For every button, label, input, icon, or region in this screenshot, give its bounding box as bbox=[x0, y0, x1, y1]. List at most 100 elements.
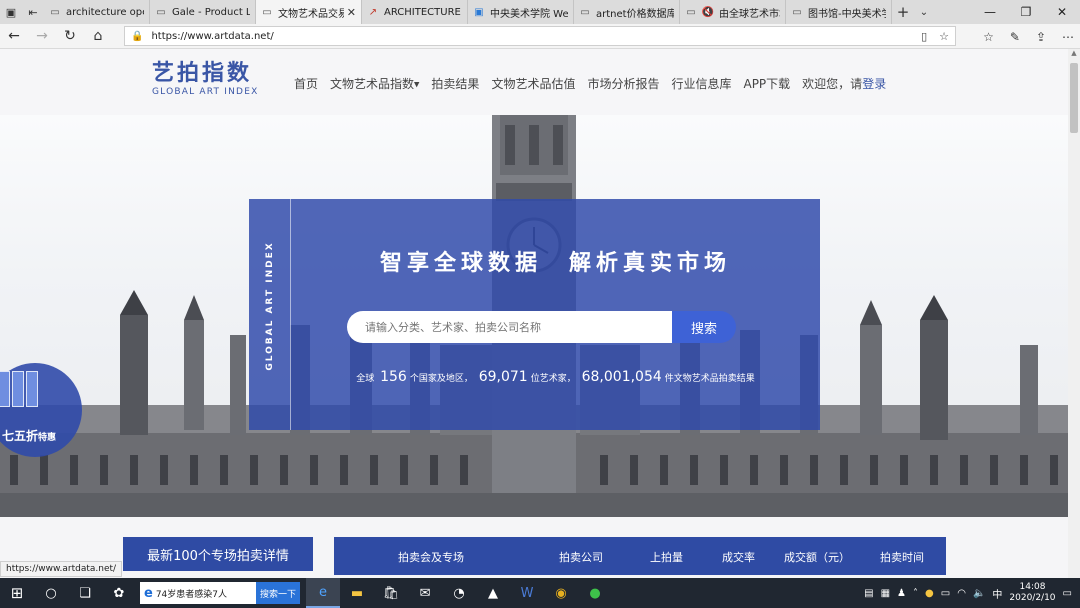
system-clock[interactable]: 14:08 2020/2/10 bbox=[1009, 582, 1055, 604]
browser-tab[interactable]: ▭ 🔇 由全球艺术市场 bbox=[680, 0, 786, 24]
notification-icon[interactable]: ▭ bbox=[1063, 588, 1072, 599]
more-icon[interactable]: ⋯ bbox=[1062, 30, 1074, 44]
word-icon[interactable]: W bbox=[510, 578, 544, 608]
panel-side-strip: GLOBAL ART INDEX bbox=[249, 199, 291, 430]
tab-title: Gale - Product Logi bbox=[172, 6, 250, 18]
browser-tab[interactable]: ▭ artnet价格数据库— bbox=[574, 0, 680, 24]
caret-down-icon: ▼ bbox=[414, 80, 420, 89]
browser-app-icon[interactable]: ◔ bbox=[442, 578, 476, 608]
table-header-cell: 拍卖会及专场 bbox=[398, 551, 464, 564]
cortana-icon[interactable]: ○ bbox=[34, 578, 68, 608]
stats-countries-unit: 个国家及地区， bbox=[409, 374, 473, 384]
tab-list-chevron-icon[interactable]: ⌄ bbox=[914, 0, 934, 24]
new-tab-icon[interactable]: + bbox=[892, 0, 914, 24]
lock-icon[interactable]: 🔒 bbox=[131, 31, 143, 42]
page-icon: ▭ bbox=[156, 6, 166, 18]
windows-start-icon[interactable]: ⊞ bbox=[0, 578, 34, 608]
home-icon[interactable]: ⌂ bbox=[84, 28, 112, 44]
wifi-icon[interactable]: ◠ bbox=[957, 588, 966, 599]
site-search-input[interactable] bbox=[347, 311, 672, 343]
share-icon[interactable]: ⇪ bbox=[1036, 30, 1046, 44]
latest-section: 最新100个专场拍卖详情 拍卖会及专场 拍卖公司 上拍量 成交率 成交额（元） … bbox=[0, 517, 1068, 578]
promo-sub: 特惠 bbox=[38, 433, 57, 443]
nav-home[interactable]: 首页 bbox=[294, 75, 318, 92]
address-bar-row: ← → ↻ ⌂ 🔒 https://www.artdata.net/ ▯ ☆ ☆… bbox=[0, 24, 1080, 49]
browser-tab[interactable]: ▣ 中央美术学院 Web bbox=[468, 0, 574, 24]
nav-index[interactable]: 文物艺术品指数▼ bbox=[330, 75, 419, 92]
app-icon[interactable]: ✿ bbox=[102, 578, 136, 608]
nav-results[interactable]: 拍卖结果 bbox=[431, 75, 479, 92]
close-tab-icon[interactable]: ✕ bbox=[347, 6, 356, 19]
site-search-button[interactable]: 搜索 bbox=[672, 311, 736, 343]
browser-tab[interactable]: ↗ ARCHITECTURE OP bbox=[362, 0, 468, 24]
tab-title: 中央美术学院 Web bbox=[490, 8, 568, 20]
file-explorer-icon[interactable]: ▬ bbox=[340, 578, 374, 608]
taskbar-search-button[interactable]: 搜索一下 bbox=[256, 582, 301, 604]
stats-lots-unit: 件文物艺术品拍卖结果 bbox=[664, 374, 755, 384]
set-aside-tabs-icon[interactable]: ⇤ bbox=[22, 0, 44, 24]
stats-artists-unit: 位艺术家， bbox=[530, 374, 576, 384]
scroll-up-icon[interactable]: ▲ bbox=[1068, 49, 1080, 61]
books-icon bbox=[0, 371, 38, 407]
people-icon[interactable]: ♟ bbox=[897, 588, 906, 599]
back-icon[interactable]: ← bbox=[0, 28, 28, 44]
refresh-icon[interactable]: ↻ bbox=[56, 28, 84, 44]
panel-side-text: GLOBAL ART INDEX bbox=[265, 241, 275, 371]
tab-title: 由全球艺术市场 bbox=[719, 8, 780, 20]
tab-title: 图书馆-中央美术学 bbox=[808, 8, 886, 20]
tray-grid-icon[interactable]: ▦ bbox=[881, 588, 890, 599]
taskbar-search[interactable]: e 74岁患者感染7人 bbox=[140, 582, 256, 604]
minimize-icon[interactable]: — bbox=[972, 0, 1008, 24]
mute-icon[interactable]: 🔇 bbox=[702, 6, 714, 18]
tab-actions-icon[interactable]: ▣ bbox=[0, 0, 22, 24]
page-icon: ▭ bbox=[50, 6, 60, 18]
stats-lots: 68,001,054 bbox=[581, 369, 662, 385]
reading-view-icon[interactable]: ▯ bbox=[921, 30, 927, 43]
stats-prefix: 全球 bbox=[356, 374, 375, 384]
photos-icon[interactable]: ▲ bbox=[476, 578, 510, 608]
favorite-star-icon[interactable]: ☆ bbox=[939, 30, 949, 43]
browser-tab-strip: ▣ ⇤ ▭ architecture open li ▭ Gale - Prod… bbox=[0, 0, 1080, 24]
url-field[interactable]: 🔒 https://www.artdata.net/ ▯ ☆ bbox=[124, 26, 956, 46]
logo-en: GLOBAL ART INDEX bbox=[152, 87, 259, 97]
hero-banner: GLOBAL ART INDEX 智享全球数据 解析真实市场 搜索 全球 156… bbox=[0, 115, 1068, 517]
browser-tab[interactable]: ▭ 图书馆-中央美术学 bbox=[786, 0, 892, 24]
tray-chevron-up-icon[interactable]: ˄ bbox=[913, 588, 918, 599]
table-header-cell: 成交额（元） bbox=[784, 551, 850, 564]
tray-app-icon[interactable]: ▤ bbox=[864, 588, 873, 599]
edge-icon[interactable]: e bbox=[306, 578, 341, 608]
restore-icon[interactable]: ❐ bbox=[1008, 0, 1044, 24]
chrome-icon[interactable]: ◉ bbox=[544, 578, 578, 608]
forward-icon[interactable]: → bbox=[28, 28, 56, 44]
scrollbar-thumb[interactable] bbox=[1070, 63, 1078, 133]
close-window-icon[interactable]: ✕ bbox=[1044, 0, 1080, 24]
browser-tab-active[interactable]: ▭ 文物艺术品交易 ✕ bbox=[256, 0, 362, 24]
favorites-icon[interactable]: ☆ bbox=[983, 30, 994, 44]
browser-tab[interactable]: ▭ architecture open li bbox=[44, 0, 150, 24]
page-scrollbar[interactable]: ▲ bbox=[1068, 49, 1080, 578]
task-view-icon[interactable]: ❏ bbox=[68, 578, 102, 608]
tray-app2-icon[interactable]: ● bbox=[925, 588, 934, 599]
tab-title: architecture open li bbox=[66, 6, 144, 18]
volume-icon[interactable]: 🔈 bbox=[973, 588, 985, 599]
auction-table-header: 拍卖会及专场 拍卖公司 上拍量 成交率 成交额（元） 拍卖时间 bbox=[334, 537, 946, 575]
mail-icon[interactable]: ✉ bbox=[408, 578, 442, 608]
clock-time: 14:08 bbox=[1019, 582, 1046, 592]
browser-toolbar: ☆ ✎ ⇪ ⋯ bbox=[983, 24, 1074, 49]
nav-app-download[interactable]: APP下载 bbox=[743, 75, 790, 92]
wechat-icon[interactable]: ● bbox=[578, 578, 612, 608]
battery-icon[interactable]: ▭ bbox=[941, 588, 950, 599]
store-icon[interactable]: 🛍 bbox=[374, 578, 408, 608]
nav-reports[interactable]: 市场分析报告 bbox=[587, 75, 659, 92]
taskbar-search-text: 74岁患者感染7人 bbox=[155, 589, 228, 600]
ime-indicator[interactable]: 中 bbox=[992, 586, 1002, 601]
login-link[interactable]: 登录 bbox=[862, 77, 886, 91]
hero-slogan: 智享全球数据 解析真实市场 bbox=[379, 251, 731, 276]
browser-tab[interactable]: ▭ Gale - Product Logi bbox=[150, 0, 256, 24]
tab-title: 文物艺术品交易 bbox=[278, 8, 344, 20]
nav-database[interactable]: 行业信息库 bbox=[671, 75, 731, 92]
nav-valuation[interactable]: 文物艺术品估值 bbox=[491, 75, 575, 92]
pen-icon[interactable]: ✎ bbox=[1010, 30, 1020, 44]
site-logo[interactable]: 艺拍指数 GLOBAL ART INDEX bbox=[152, 61, 258, 97]
hero-stats: 全球 156 个国家及地区， 69,071 位艺术家， 68,001,054 件文物艺… bbox=[291, 369, 820, 385]
